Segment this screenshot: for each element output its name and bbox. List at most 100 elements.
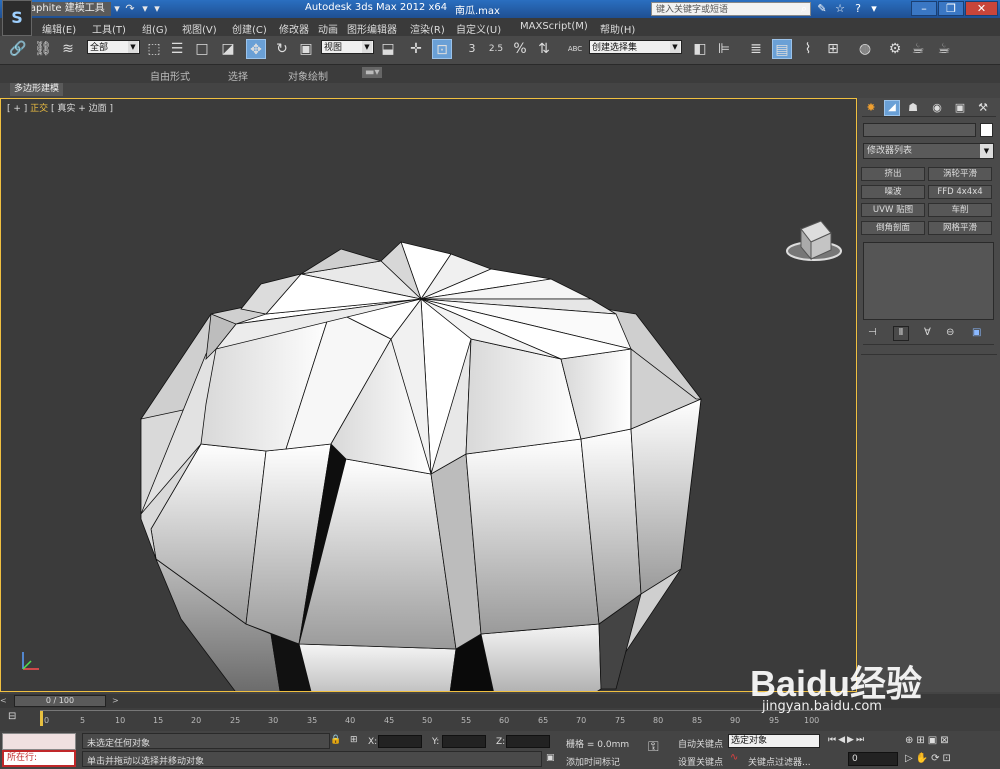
select-rotate-icon[interactable]: ↻: [272, 39, 292, 59]
menu-tools[interactable]: 工具(T): [92, 21, 126, 36]
key-filters-button[interactable]: 关键点过滤器...: [748, 755, 811, 768]
ffd-button[interactable]: FFD 4x4x4: [928, 185, 992, 199]
select-move-icon[interactable]: ✥: [246, 39, 266, 59]
help-icon[interactable]: ?: [850, 2, 866, 16]
menu-graph-editors[interactable]: 图形编辑器: [347, 21, 397, 36]
material-editor-icon[interactable]: ◍: [855, 39, 875, 59]
spinner-snap-icon[interactable]: ⇅: [534, 39, 554, 59]
align-icon[interactable]: ⊫: [714, 39, 734, 59]
percent-snap-icon[interactable]: %: [510, 39, 530, 59]
reference-coordinate-dropdown[interactable]: 视图 ▼: [321, 40, 374, 54]
tools-icon[interactable]: ✎: [814, 2, 830, 16]
auto-key-button[interactable]: 自动关键点: [678, 737, 723, 750]
quick-access-dropdown-icon[interactable]: ▾: [150, 2, 164, 15]
undo-dropdown-icon[interactable]: ▾: [110, 2, 124, 15]
create-tab-icon[interactable]: ✸: [864, 101, 878, 115]
mirror-icon[interactable]: ◧: [690, 39, 710, 59]
viewport-nav-row2[interactable]: ▷✋⟳⊡: [905, 753, 954, 764]
y-coordinate-field[interactable]: [442, 735, 486, 748]
modifier-list-dropdown[interactable]: 修改器列表 ▼: [863, 143, 994, 159]
z-coordinate-field[interactable]: [506, 735, 550, 748]
pivot-center-icon[interactable]: ⬓: [378, 39, 398, 59]
display-tab-icon[interactable]: ▣: [953, 101, 967, 115]
tab-selection[interactable]: 选择: [228, 68, 248, 83]
time-slider-thumb[interactable]: 0 / 100: [14, 695, 106, 707]
modifier-stack-list[interactable]: [863, 242, 994, 320]
selection-lock-icon[interactable]: 🔒: [330, 735, 341, 745]
x-coordinate-field[interactable]: [378, 735, 422, 748]
rendered-frame-icon[interactable]: ☕: [908, 39, 928, 59]
pin-stack-icon[interactable]: ⊣: [868, 327, 877, 338]
keyboard-shortcut-override-icon[interactable]: ⊡: [432, 39, 452, 59]
snaps-toggle-icon[interactable]: 3: [462, 39, 482, 59]
current-frame-field[interactable]: 0: [848, 752, 898, 766]
tab-object-paint[interactable]: 对象绘制: [288, 68, 328, 83]
ribbon-options-icon[interactable]: ▬▾: [362, 67, 383, 78]
next-frame-icon[interactable]: >: [112, 696, 119, 705]
meshsmooth-button[interactable]: 网格平滑: [928, 221, 992, 235]
menu-modifiers[interactable]: 修改器: [279, 21, 309, 36]
lathe-button[interactable]: 车削: [928, 203, 992, 217]
render-production-icon[interactable]: ☕: [934, 39, 954, 59]
menu-views[interactable]: 视图(V): [182, 21, 217, 36]
uvw-map-button[interactable]: UVW 贴图: [861, 203, 925, 217]
schematic-view-icon[interactable]: ⊞: [823, 39, 843, 59]
unlink-icon[interactable]: ⛓: [33, 39, 53, 59]
modify-tab-icon[interactable]: ◢: [884, 100, 900, 116]
viewport-ortho[interactable]: [ + ] 正交 [ 真实 + 边面 ]: [0, 98, 857, 692]
object-color-swatch[interactable]: [980, 123, 993, 137]
select-object-icon[interactable]: ⬚: [144, 39, 164, 59]
select-by-name-icon[interactable]: ☰: [167, 39, 187, 59]
named-selection-dropdown[interactable]: 创建选择集 ▼: [589, 40, 682, 54]
render-setup-icon[interactable]: ⚙: [885, 39, 905, 59]
motion-tab-icon[interactable]: ◉: [930, 101, 944, 115]
hierarchy-tab-icon[interactable]: ☗: [906, 101, 920, 115]
menu-animation[interactable]: 动画: [318, 21, 338, 36]
menu-group[interactable]: 组(G): [142, 21, 168, 36]
menu-edit[interactable]: 编辑(E): [42, 21, 76, 36]
tab-freeform[interactable]: 自由形式: [150, 68, 190, 83]
noise-button[interactable]: 噪波: [861, 185, 925, 199]
make-unique-icon[interactable]: ∀: [924, 327, 931, 338]
tab-polygon-modeling[interactable]: 多边形建模: [10, 83, 64, 96]
rectangular-selection-icon[interactable]: □: [192, 39, 212, 59]
prev-frame-icon[interactable]: <: [0, 696, 10, 706]
layer-manager-icon[interactable]: ≣: [746, 39, 766, 59]
star-icon[interactable]: ☆: [832, 2, 848, 16]
maxscript-listener-top[interactable]: [2, 733, 76, 750]
edit-named-selection-icon[interactable]: ABC: [565, 39, 585, 59]
angle-snap-icon[interactable]: 2.5: [486, 39, 506, 59]
pumpkin-model[interactable]: [1, 99, 856, 691]
menu-create[interactable]: 创建(C): [232, 21, 267, 36]
configure-sets-icon[interactable]: ▣: [972, 327, 981, 338]
remove-modifier-icon[interactable]: ⊖: [946, 327, 954, 338]
select-scale-icon[interactable]: ▣: [296, 39, 316, 59]
playback-controls[interactable]: ⏮◀▶⏭: [828, 735, 866, 745]
curve-editor-icon[interactable]: ⌇: [798, 39, 818, 59]
menu-maxscript[interactable]: MAXScript(M): [520, 21, 588, 32]
close-button[interactable]: ✕: [965, 1, 998, 16]
link-icon[interactable]: 🔗: [8, 39, 28, 59]
maxscript-listener[interactable]: 所在行:: [2, 750, 76, 767]
app-logo-icon[interactable]: S: [2, 0, 32, 36]
bind-space-warp-icon[interactable]: ≋: [58, 39, 78, 59]
add-time-tag-button[interactable]: 添加时间标记: [566, 755, 620, 768]
key-icon[interactable]: ⚿: [648, 739, 659, 755]
mini-curve-editor-icon[interactable]: ⊟: [8, 711, 24, 725]
object-name-field[interactable]: [863, 123, 976, 137]
binoculars-icon[interactable]: ⌕: [796, 2, 812, 16]
extrude-button[interactable]: 挤出: [861, 167, 925, 181]
utilities-tab-icon[interactable]: ⚒: [976, 101, 990, 115]
absolute-mode-icon[interactable]: ⊞: [350, 735, 358, 745]
time-tag-icon[interactable]: ▣: [546, 753, 555, 763]
selection-filter-dropdown[interactable]: 全部 ▼: [87, 40, 140, 54]
window-crossing-icon[interactable]: ◪: [218, 39, 238, 59]
turbosmooth-button[interactable]: 涡轮平滑: [928, 167, 992, 181]
show-end-result-icon[interactable]: Ⅱ: [893, 326, 909, 341]
menu-customize[interactable]: 自定义(U): [456, 21, 501, 36]
bevel-profile-button[interactable]: 倒角剖面: [861, 221, 925, 235]
menu-rendering[interactable]: 渲染(R): [410, 21, 445, 36]
select-manipulate-icon[interactable]: ✛: [406, 39, 426, 59]
viewport-nav-row1[interactable]: ⊕⊞▣⊠: [905, 735, 952, 746]
help-search-input[interactable]: 键入关键字或短语: [651, 2, 811, 16]
